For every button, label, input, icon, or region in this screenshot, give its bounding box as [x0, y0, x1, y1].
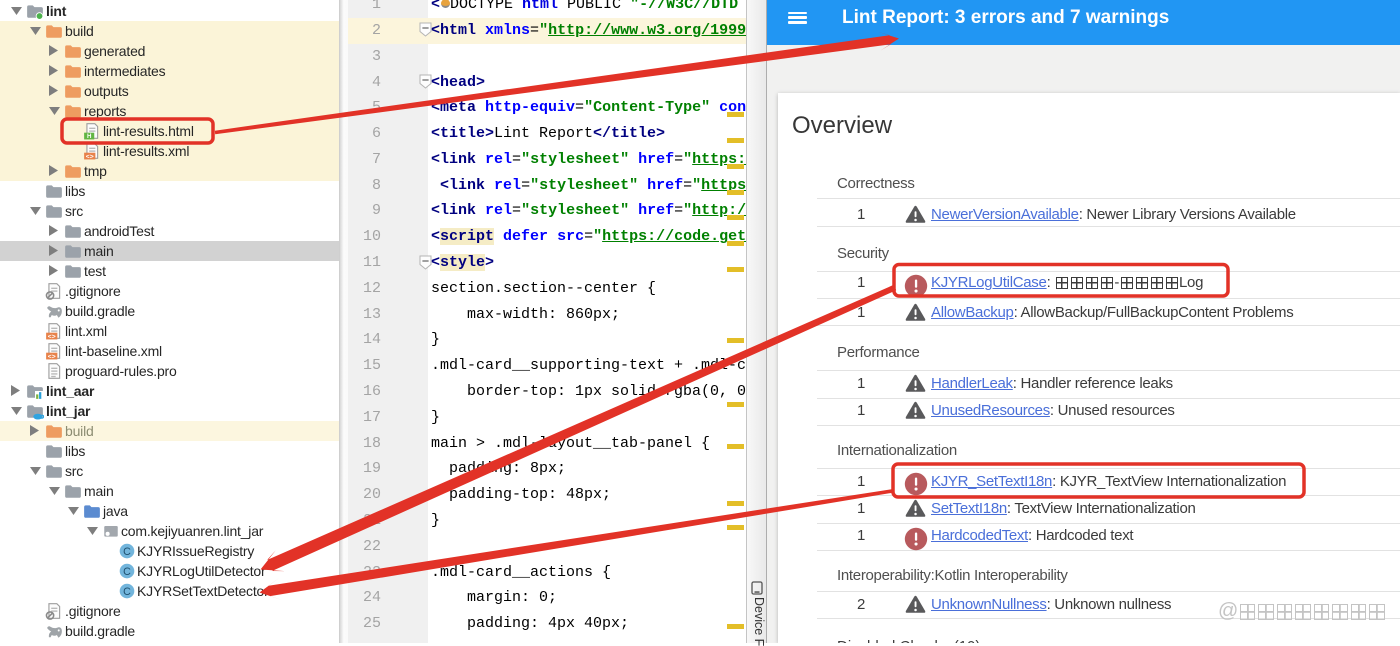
svg-text:C: C — [123, 585, 131, 597]
svg-text:C: C — [123, 565, 131, 577]
svg-text:C: C — [123, 545, 131, 557]
svg-text:H: H — [87, 133, 92, 140]
svg-text:<>: <> — [86, 153, 94, 160]
svg-text:<>: <> — [48, 353, 56, 360]
svg-text:<>: <> — [48, 333, 56, 340]
